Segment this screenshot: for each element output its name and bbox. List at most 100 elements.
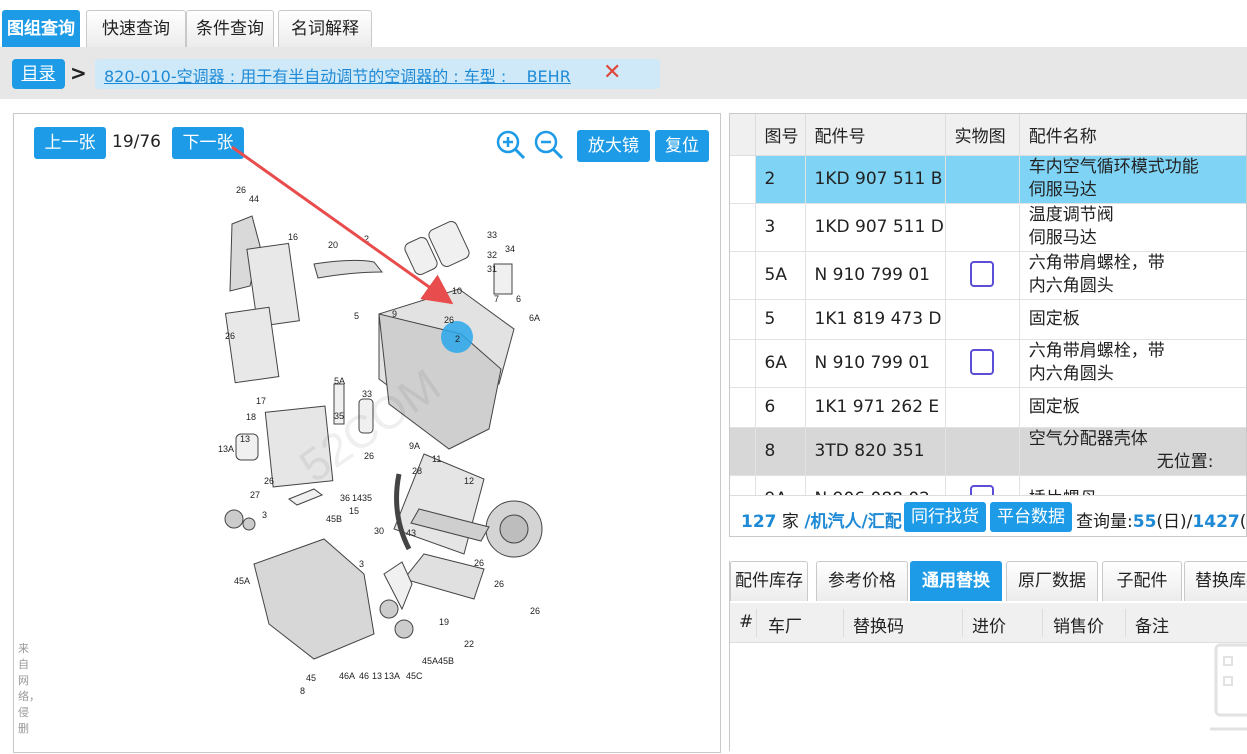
zoom-in-icon[interactable] <box>495 129 527 161</box>
col-replacement-code: 替换码 <box>853 617 904 637</box>
row-marker <box>730 251 756 300</box>
table-row[interactable]: 2 1KD 907 511 B 车内空气循环模式功能 伺服马达 <box>730 155 1246 204</box>
part-name: 固定板 <box>1019 387 1246 428</box>
tab-reference-price[interactable]: 参考价格 <box>816 561 908 601</box>
parts-exploded-diagram[interactable]: 264416 20231 323334 107 6 6A265 9265A 217… <box>194 184 564 694</box>
svg-text:26: 26 <box>236 185 246 195</box>
part-name-line1: 温度调节阀 <box>1028 205 1114 225</box>
close-icon[interactable]: ✕ <box>603 60 621 85</box>
svg-text:13A: 13A <box>384 671 400 681</box>
breadcrumb-separator: > <box>70 61 87 85</box>
part-name-line2: 内六角圆头 <box>1028 276 1114 296</box>
tab-quick-query[interactable]: 快速查询 <box>86 10 186 47</box>
svg-text:13A: 13A <box>218 444 234 454</box>
fig-no: 2 <box>755 155 806 204</box>
table-row[interactable]: 6A N 910 799 01 六角带肩螺栓，带 内六角圆头 <box>730 339 1246 388</box>
svg-text:10: 10 <box>452 286 462 296</box>
svg-text:9A: 9A <box>409 441 420 451</box>
platform-data-button[interactable]: 平台数据 <box>990 502 1072 532</box>
svg-text:15: 15 <box>349 506 359 516</box>
next-image-button[interactable]: 下一张 <box>172 127 244 159</box>
tab-glossary[interactable]: 名词解释 <box>278 10 372 47</box>
svg-text:36: 36 <box>340 493 350 503</box>
part-photo-icon[interactable] <box>970 349 995 375</box>
catalog-button[interactable]: 目录 <box>12 59 65 89</box>
peer-search-button[interactable]: 同行找货 <box>904 502 986 532</box>
table-row[interactable]: 5 1K1 819 473 D 固定板 <box>730 299 1246 340</box>
table-row[interactable]: 8 3TD 820 351 空气分配器壳体 无位置: <box>730 427 1246 476</box>
svg-text:27: 27 <box>250 490 260 500</box>
picture-cell <box>945 155 1020 204</box>
svg-text:45A: 45A <box>234 576 250 586</box>
part-no[interactable]: 3TD 820 351 <box>805 427 946 476</box>
svg-text:8: 8 <box>300 686 305 694</box>
svg-text:17: 17 <box>256 396 266 406</box>
tab-oem-data[interactable]: 原厂数据 <box>1006 561 1098 601</box>
col-divider <box>962 609 963 637</box>
part-name-line1: 车内空气循环模式功能 <box>1028 157 1199 177</box>
svg-text:12: 12 <box>464 476 474 486</box>
part-no[interactable]: 1KD 907 511 D <box>805 203 946 252</box>
picture-cell <box>945 387 1020 428</box>
query-day-value: 55 <box>1132 512 1157 532</box>
svg-text:26: 26 <box>494 579 504 589</box>
supplier-count-unit: 家 <box>781 512 799 532</box>
empty-state-icon <box>1210 643 1247 731</box>
tab-replacement-stock[interactable]: 替换库存 <box>1184 561 1247 601</box>
svg-text:44: 44 <box>249 194 259 204</box>
prev-image-button[interactable]: 上一张 <box>34 127 106 159</box>
col-divider <box>756 609 757 637</box>
col-purchase-price: 进价 <box>972 617 1006 637</box>
part-name-line1: 六角带肩螺栓，带 <box>1028 341 1165 361</box>
part-name-line2: 内六角圆头 <box>1028 364 1114 384</box>
breadcrumb-path-link[interactable]: 820-010-空调器 : 用于有半自动调节的空调器的 : 车型 : BEHR <box>104 63 571 87</box>
query-month-unit: (月 <box>1239 512 1247 532</box>
tab-universal-replacement[interactable]: 通用替换 <box>910 561 1002 601</box>
part-name: 六角带肩螺栓，带 内六角圆头 <box>1019 251 1246 300</box>
part-no[interactable]: N 910 799 01 <box>805 251 946 300</box>
svg-text:6: 6 <box>516 294 521 304</box>
col-remarks: 备注 <box>1135 617 1169 637</box>
tab-parts-stock[interactable]: 配件库存 <box>730 561 808 601</box>
col-fig-no: 图号 <box>755 114 806 156</box>
reset-button[interactable]: 复位 <box>655 130 709 162</box>
part-no[interactable]: 1KD 907 511 B <box>805 155 946 204</box>
zoom-out-icon[interactable] <box>533 129 565 161</box>
part-no[interactable]: 1K1 971 262 E <box>805 387 946 428</box>
part-photo-icon[interactable] <box>970 261 995 287</box>
part-no[interactable]: 1K1 819 473 D <box>805 299 946 340</box>
magnifier-button[interactable]: 放大镜 <box>577 130 650 162</box>
svg-text:46: 46 <box>359 671 369 681</box>
part-name-line2: 伺服马达 <box>1028 180 1097 200</box>
svg-text:13: 13 <box>240 434 250 444</box>
svg-text:13: 13 <box>372 671 382 681</box>
table-row[interactable]: 3 1KD 907 511 D 温度调节阀 伺服马达 <box>730 203 1246 252</box>
parts-table-header: 图号 配件号 实物图 配件名称 <box>730 114 1246 156</box>
part-no[interactable]: N 910 799 01 <box>805 339 946 388</box>
stats-bar: 127 家 /机汽人/汇配 同行找货 平台数据 查询量:55(日)/1427(月 <box>730 495 1247 536</box>
table-row[interactable]: 5A N 910 799 01 六角带肩螺栓，带 内六角圆头 <box>730 251 1246 300</box>
picture-cell[interactable] <box>945 339 1020 388</box>
supplier-count-value: 127 <box>741 512 777 532</box>
svg-text:19: 19 <box>439 617 449 627</box>
svg-text:2: 2 <box>455 334 460 344</box>
svg-text:33: 33 <box>487 230 497 240</box>
page-counter: 19/76 <box>112 132 161 152</box>
table-row[interactable]: 6 1K1 971 262 E 固定板 <box>730 387 1246 428</box>
top-tab-bar: 图组查询 快速查询 条件查询 名词解释 <box>0 0 1247 47</box>
col-divider <box>843 609 844 637</box>
tab-sub-parts[interactable]: 子配件 <box>1102 561 1182 601</box>
svg-text:32: 32 <box>487 250 497 260</box>
tab-condition-query[interactable]: 条件查询 <box>186 10 274 47</box>
supplier-sources[interactable]: /机汽人/汇配 <box>804 512 901 532</box>
col-sale-price: 销售价 <box>1053 617 1104 637</box>
replacement-panel: 配件库存 参考价格 通用替换 原厂数据 子配件 替换库存 # 车厂 替换码 进价… <box>729 561 1247 751</box>
col-divider <box>1125 609 1126 637</box>
diagram-viewer: 上一张 19/76 下一张 放大镜 复位 26 44 16 20 2 31 32… <box>13 113 721 753</box>
picture-cell <box>945 299 1020 340</box>
supplier-count: 127 家 /机汽人/汇配 <box>741 507 902 532</box>
row-marker <box>730 203 756 252</box>
tab-group-query[interactable]: 图组查询 <box>2 10 80 47</box>
svg-text:11: 11 <box>432 454 441 464</box>
picture-cell[interactable] <box>945 251 1020 300</box>
